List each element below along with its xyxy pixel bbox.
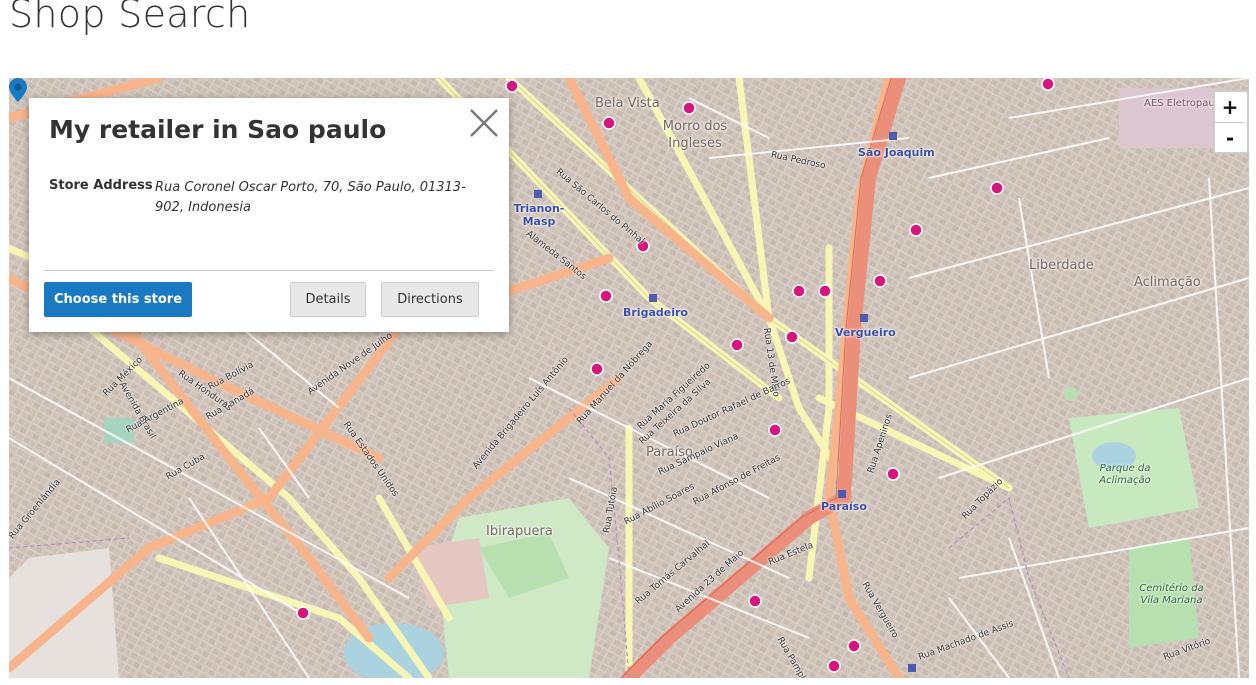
station-label: Brigadeiro: [623, 306, 688, 319]
district-label: Aclimação: [1134, 275, 1201, 290]
store-marker-icon[interactable]: [9, 78, 27, 102]
station-label: Trianon-Masp: [513, 202, 565, 228]
popup-divider: [44, 270, 494, 271]
store-popup: My retailer in Sao paulo Store Address R…: [29, 98, 509, 332]
park-label: Cemitério da Vila Mariana: [1139, 583, 1204, 606]
district-label: Liberdade: [1029, 258, 1094, 273]
store-name: My retailer in Sao paulo: [49, 115, 387, 144]
poi-label: AES Eletropaulo: [1144, 98, 1224, 109]
store-address: Rua Coronel Oscar Porto, 70, São Paulo, …: [155, 180, 466, 215]
zoom-control: + -: [1213, 90, 1249, 154]
station-label: Paraíso: [821, 500, 867, 513]
district-label: Ibirapuera: [486, 524, 553, 539]
close-icon[interactable]: [467, 106, 501, 140]
station-label: São Joaquim: [858, 146, 935, 159]
directions-button[interactable]: Directions: [381, 282, 479, 317]
details-button[interactable]: Details: [290, 282, 366, 317]
district-label: Bela Vista: [595, 96, 660, 111]
district-label: Morro dos Ingleses: [662, 119, 728, 151]
choose-store-button[interactable]: Choose this store: [44, 282, 192, 317]
station-label: Vergueiro: [835, 326, 896, 339]
park-label: Parque da Aclimação: [1099, 463, 1151, 486]
zoom-in-button[interactable]: +: [1215, 92, 1245, 122]
store-address-label: Store Address: [49, 178, 153, 193]
page-title: Shop Search: [9, 0, 251, 36]
zoom-out-button[interactable]: -: [1215, 122, 1245, 152]
